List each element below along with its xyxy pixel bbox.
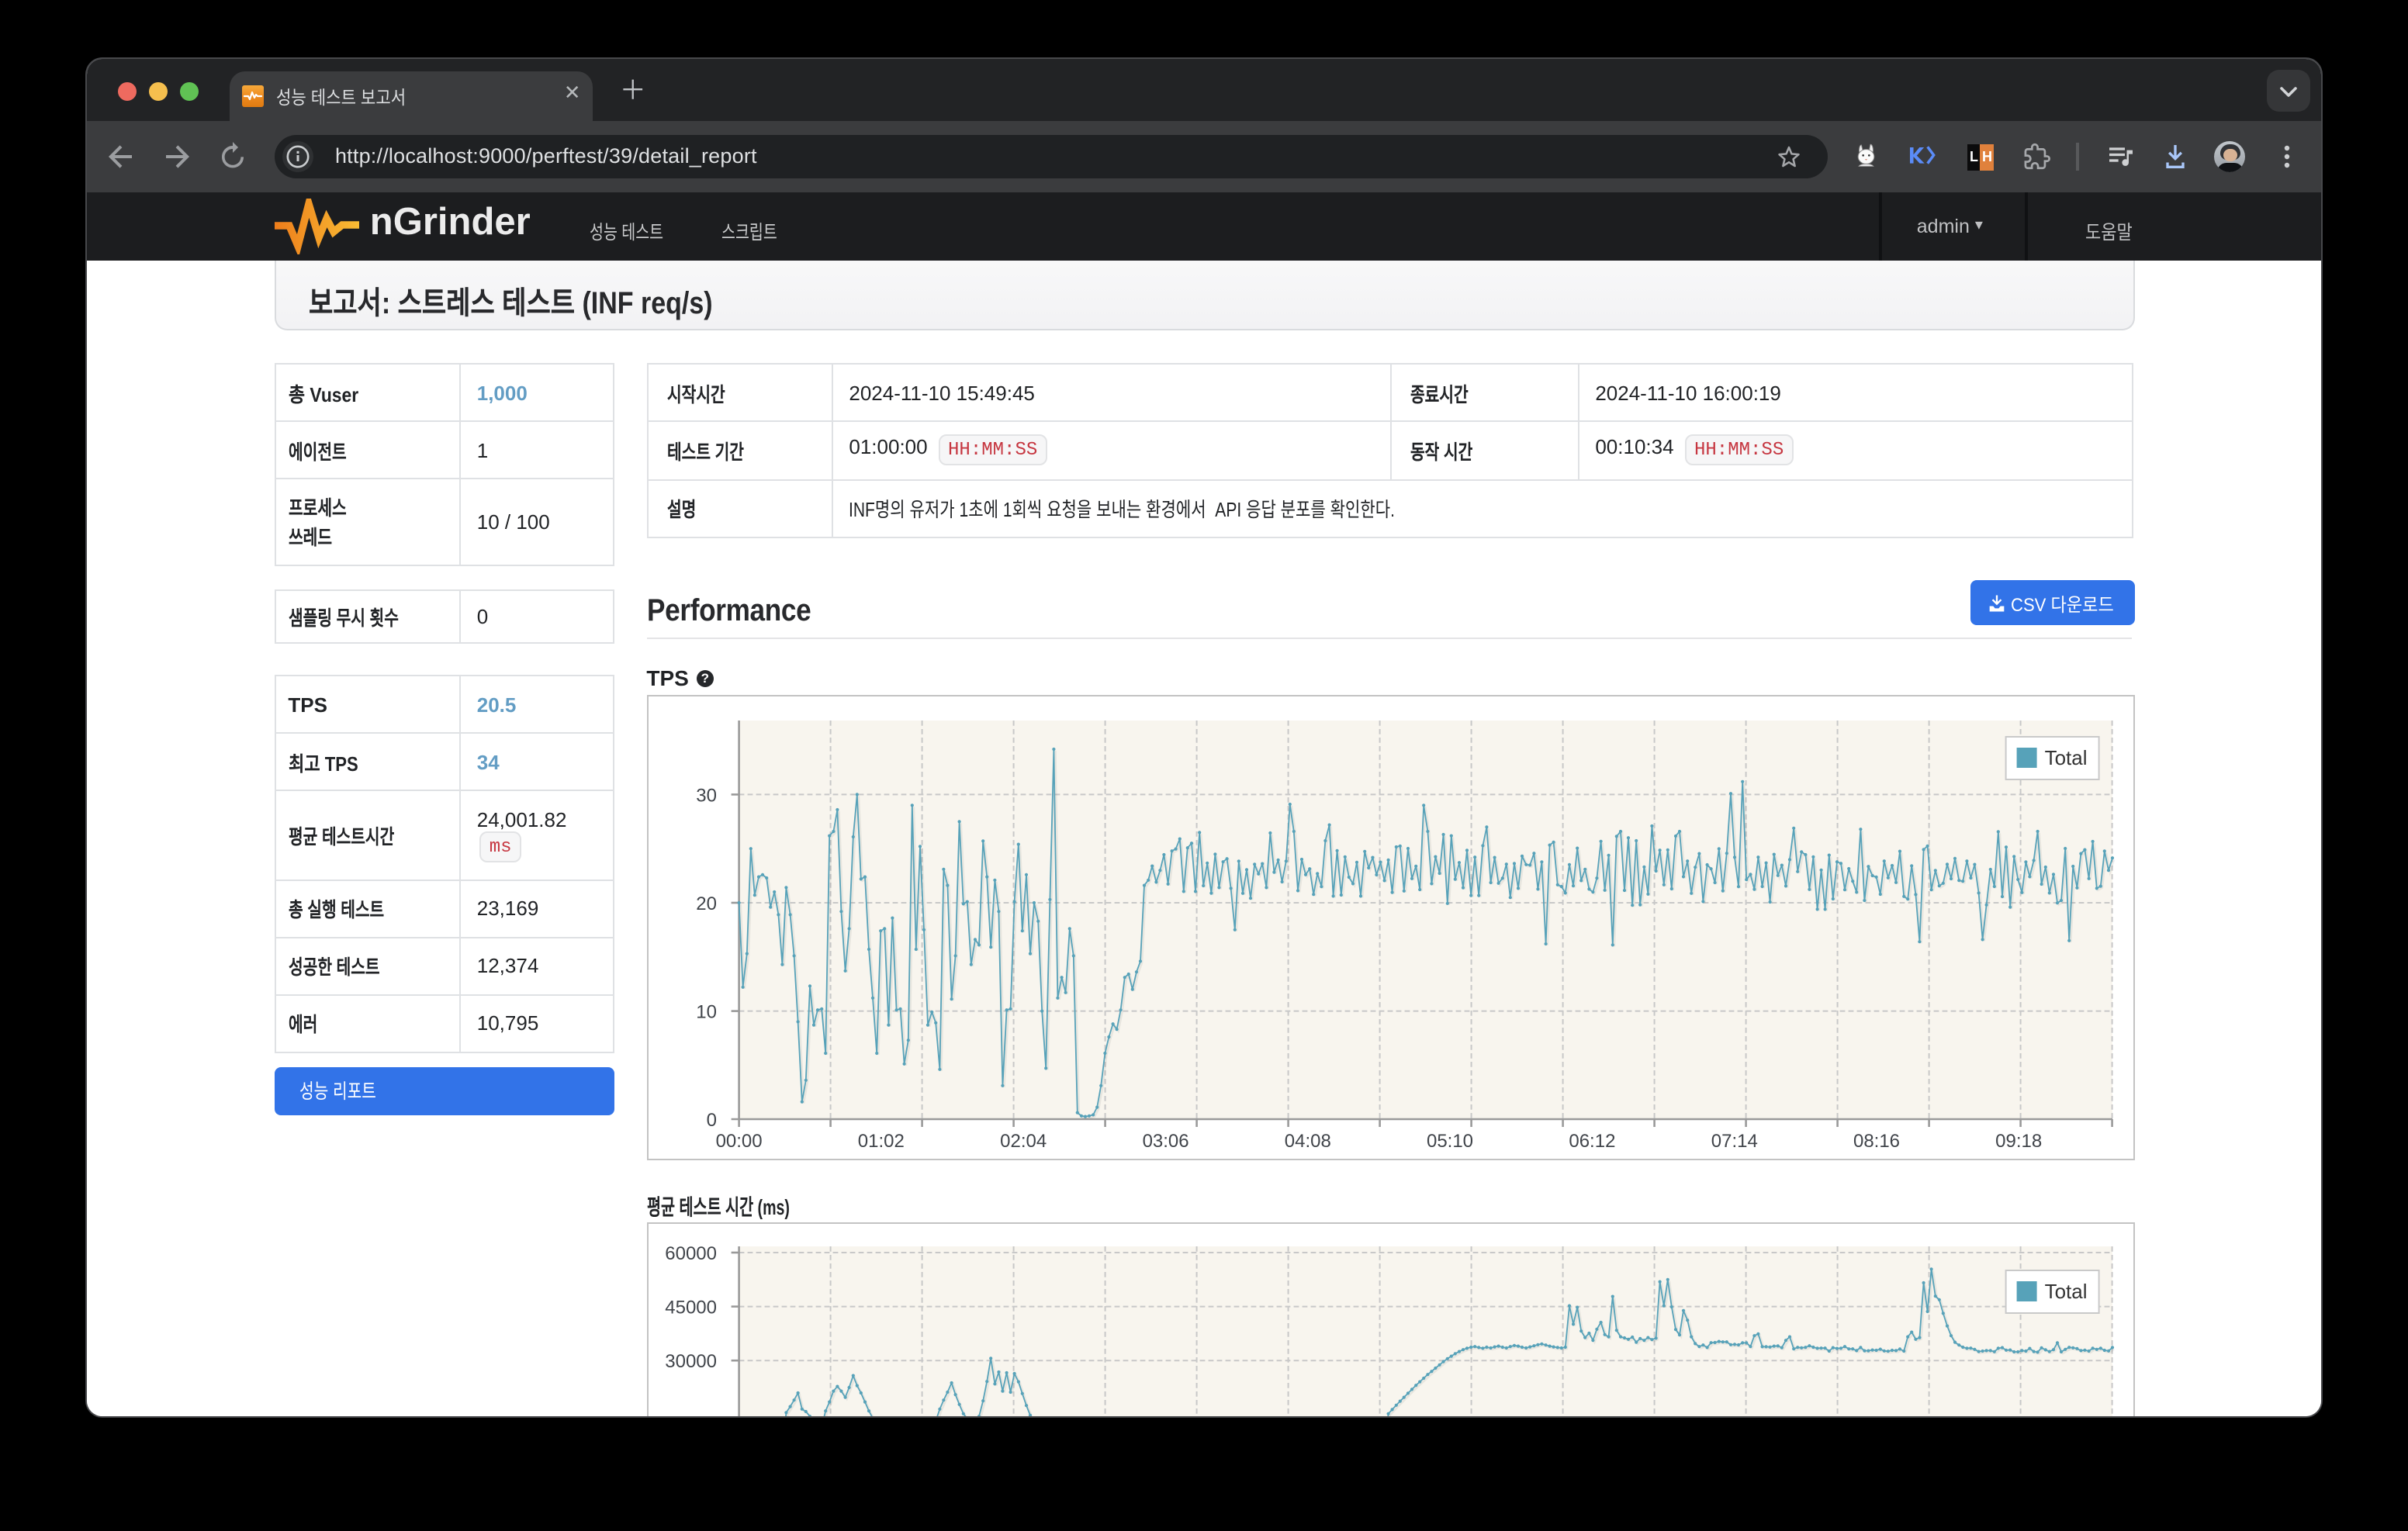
svg-text:60000: 60000: [665, 1244, 717, 1265]
svg-text:30000: 30000: [665, 1352, 717, 1373]
svg-text:45000: 45000: [665, 1298, 717, 1319]
svg-text:Total: Total: [2044, 746, 2087, 769]
svg-text:02:04: 02:04: [1000, 1131, 1047, 1152]
svg-text:08:16: 08:16: [1853, 1131, 1899, 1152]
svg-text:04:08: 04:08: [1284, 1131, 1330, 1152]
svg-text:30: 30: [696, 786, 717, 807]
svg-text:20: 20: [696, 893, 717, 914]
svg-text:Total: Total: [2044, 1280, 2087, 1304]
svg-text:01:02: 01:02: [857, 1131, 904, 1152]
svg-text:03:06: 03:06: [1142, 1131, 1188, 1152]
svg-text:0: 0: [706, 1110, 716, 1131]
svg-text:07:14: 07:14: [1711, 1131, 1757, 1152]
svg-text:09:18: 09:18: [1995, 1131, 2042, 1152]
svg-text:10: 10: [696, 1001, 717, 1022]
svg-text:06:12: 06:12: [1569, 1131, 1615, 1152]
svg-text:05:10: 05:10: [1426, 1131, 1472, 1152]
svg-text:00:00: 00:00: [715, 1131, 762, 1152]
